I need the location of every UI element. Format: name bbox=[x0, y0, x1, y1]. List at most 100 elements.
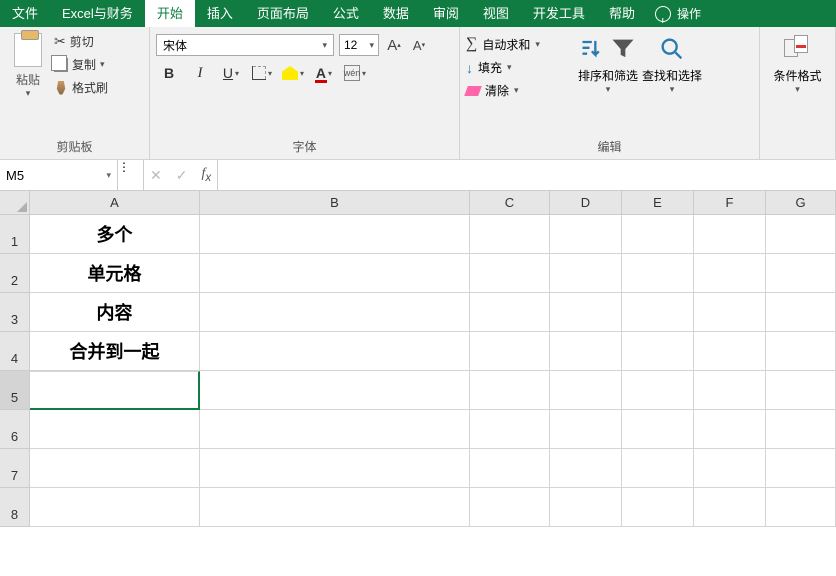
col-header-D[interactable]: D bbox=[550, 191, 622, 215]
menu-formulas[interactable]: 公式 bbox=[321, 0, 371, 27]
cell-E2[interactable] bbox=[622, 254, 694, 293]
menu-help[interactable]: 帮助 bbox=[597, 0, 647, 27]
cell-F3[interactable] bbox=[694, 293, 766, 332]
cell-C1[interactable] bbox=[470, 215, 550, 254]
cell-D8[interactable] bbox=[550, 488, 622, 527]
border-button[interactable]: ▾ bbox=[249, 62, 275, 84]
row-header-2[interactable]: 2 bbox=[0, 254, 30, 293]
cell-D2[interactable] bbox=[550, 254, 622, 293]
find-select-button[interactable]: 查找和选择 ▾ bbox=[640, 35, 704, 95]
font-name-select[interactable]: 宋体 ▾ bbox=[156, 34, 334, 56]
menu-insert[interactable]: 插入 bbox=[195, 0, 245, 27]
cell-F6[interactable] bbox=[694, 410, 766, 449]
col-header-F[interactable]: F bbox=[694, 191, 766, 215]
col-header-G[interactable]: G bbox=[766, 191, 836, 215]
autosum-button[interactable]: ∑ 自动求和 ▾ bbox=[466, 35, 576, 53]
row-header-6[interactable]: 6 bbox=[0, 410, 30, 449]
cell-G6[interactable] bbox=[766, 410, 836, 449]
cell-F2[interactable] bbox=[694, 254, 766, 293]
cell-D7[interactable] bbox=[550, 449, 622, 488]
fill-color-button[interactable]: ▾ bbox=[280, 62, 306, 84]
cell-C2[interactable] bbox=[470, 254, 550, 293]
cell-D1[interactable] bbox=[550, 215, 622, 254]
cell-B3[interactable] bbox=[200, 293, 470, 332]
row-header-3[interactable]: 3 bbox=[0, 293, 30, 332]
menu-excel-finance[interactable]: Excel与财务 bbox=[50, 0, 145, 27]
menu-home[interactable]: 开始 bbox=[145, 0, 195, 27]
menu-file[interactable]: 文件 bbox=[0, 0, 50, 27]
cell-C6[interactable] bbox=[470, 410, 550, 449]
copy-dropdown-icon[interactable]: ▾ bbox=[100, 59, 105, 70]
select-all-corner[interactable] bbox=[0, 191, 30, 215]
cut-button[interactable]: ✂ 剪切 bbox=[54, 33, 108, 50]
copy-button[interactable]: 复制 ▾ bbox=[54, 56, 108, 73]
cell-G3[interactable] bbox=[766, 293, 836, 332]
sort-filter-button[interactable]: 排序和筛选 ▾ bbox=[576, 35, 640, 95]
cell-B5[interactable] bbox=[200, 371, 470, 410]
cell-E7[interactable] bbox=[622, 449, 694, 488]
cell-F5[interactable] bbox=[694, 371, 766, 410]
tell-me[interactable]: 操作 bbox=[655, 5, 701, 22]
fill-button[interactable]: ↓ 填充 ▾ bbox=[466, 59, 576, 76]
cell-E4[interactable] bbox=[622, 332, 694, 371]
row-header-8[interactable]: 8 bbox=[0, 488, 30, 527]
menu-review[interactable]: 审阅 bbox=[421, 0, 471, 27]
col-header-C[interactable]: C bbox=[470, 191, 550, 215]
cell-F8[interactable] bbox=[694, 488, 766, 527]
increase-font-button[interactable]: A▴ bbox=[384, 35, 404, 55]
font-color-button[interactable]: A▾ bbox=[311, 62, 337, 84]
cell-D4[interactable] bbox=[550, 332, 622, 371]
row-header-7[interactable]: 7 bbox=[0, 449, 30, 488]
cell-C7[interactable] bbox=[470, 449, 550, 488]
cell-E3[interactable] bbox=[622, 293, 694, 332]
underline-button[interactable]: U▾ bbox=[218, 62, 244, 84]
cell-D3[interactable] bbox=[550, 293, 622, 332]
format-painter-button[interactable]: 格式刷 bbox=[54, 79, 108, 96]
cell-C5[interactable] bbox=[470, 371, 550, 410]
italic-button[interactable]: I bbox=[187, 62, 213, 84]
cell-A7[interactable] bbox=[30, 449, 200, 488]
cell-E1[interactable] bbox=[622, 215, 694, 254]
paste-dropdown-icon[interactable]: ▾ bbox=[26, 88, 31, 99]
cell-G5[interactable] bbox=[766, 371, 836, 410]
row-header-4[interactable]: 4 bbox=[0, 332, 30, 371]
name-box[interactable]: M5 ▾ bbox=[0, 160, 118, 190]
cell-A6[interactable] bbox=[30, 410, 200, 449]
cell-A5[interactable] bbox=[30, 371, 200, 410]
cell-G8[interactable] bbox=[766, 488, 836, 527]
cell-B6[interactable] bbox=[200, 410, 470, 449]
row-header-5[interactable]: 5 bbox=[0, 371, 30, 410]
accept-formula-button[interactable]: ✓ bbox=[176, 167, 188, 184]
bold-button[interactable]: B bbox=[156, 62, 182, 84]
cell-E8[interactable] bbox=[622, 488, 694, 527]
cell-C4[interactable] bbox=[470, 332, 550, 371]
cell-D6[interactable] bbox=[550, 410, 622, 449]
paste-button[interactable]: 粘贴 ▾ bbox=[6, 31, 50, 99]
cell-F7[interactable] bbox=[694, 449, 766, 488]
cell-B8[interactable] bbox=[200, 488, 470, 527]
font-size-select[interactable]: 12 ▾ bbox=[339, 34, 379, 56]
cell-A3[interactable]: 内容 bbox=[30, 293, 200, 332]
menu-data[interactable]: 数据 bbox=[371, 0, 421, 27]
cell-G4[interactable] bbox=[766, 332, 836, 371]
cell-C3[interactable] bbox=[470, 293, 550, 332]
cell-B1[interactable] bbox=[200, 215, 470, 254]
cond-format-button[interactable]: 条件格式 ▾ bbox=[766, 35, 829, 155]
cell-B2[interactable] bbox=[200, 254, 470, 293]
col-header-A[interactable]: A bbox=[30, 191, 200, 215]
cell-E6[interactable] bbox=[622, 410, 694, 449]
row-header-1[interactable]: 1 bbox=[0, 215, 30, 254]
insert-function-button[interactable]: fx bbox=[201, 166, 211, 184]
cell-A4[interactable]: 合并到一起 bbox=[30, 332, 200, 371]
cell-F1[interactable] bbox=[694, 215, 766, 254]
col-header-E[interactable]: E bbox=[622, 191, 694, 215]
name-box-expand[interactable]: ⋮ bbox=[118, 160, 144, 190]
col-header-B[interactable]: B bbox=[200, 191, 470, 215]
cell-B7[interactable] bbox=[200, 449, 470, 488]
menu-developer[interactable]: 开发工具 bbox=[521, 0, 597, 27]
cell-G2[interactable] bbox=[766, 254, 836, 293]
phonetic-button[interactable]: wén▾ bbox=[342, 62, 368, 84]
cell-G7[interactable] bbox=[766, 449, 836, 488]
cell-A8[interactable] bbox=[30, 488, 200, 527]
cell-E5[interactable] bbox=[622, 371, 694, 410]
